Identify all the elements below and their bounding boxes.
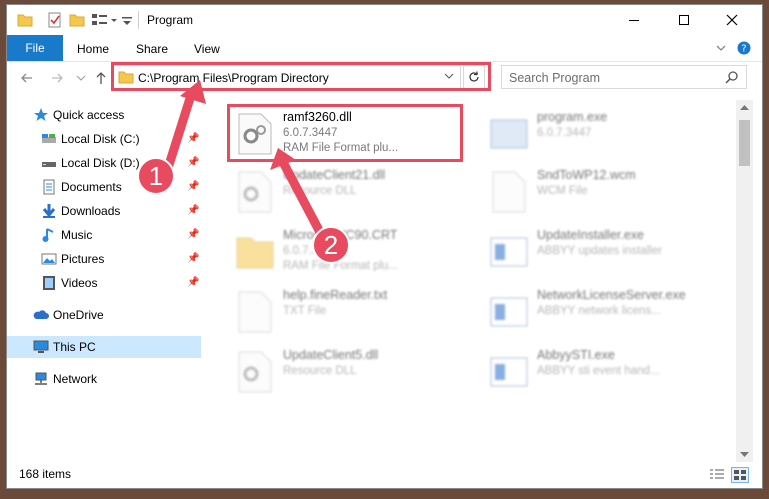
step-badge-2: 2	[312, 226, 350, 264]
step-badge-1: 1	[137, 157, 175, 195]
annotation-arrows	[163, 80, 327, 241]
